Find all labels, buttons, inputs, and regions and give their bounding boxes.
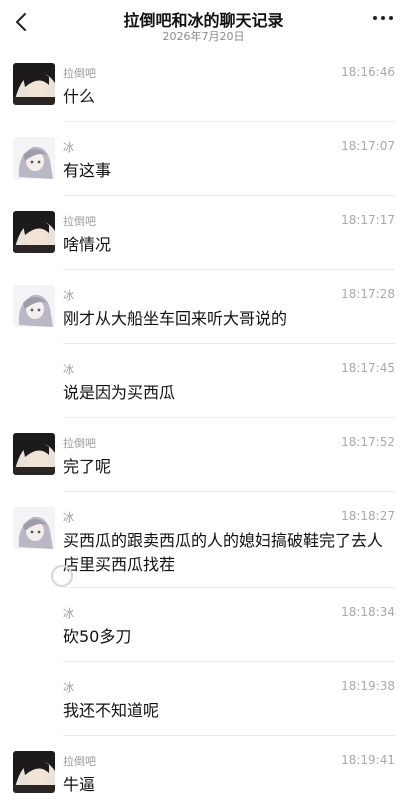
sender-name: 冰 [63,681,74,694]
message-item: 拉倒吧 18:17:52 完了呢 [0,418,407,492]
message-text[interactable]: 完了呢 [63,455,387,479]
message-text[interactable]: 刚才从大船坐车回来听大哥说的 [63,307,387,331]
chat-date: 2026年7月20日 [162,30,245,43]
message-time: 18:16:46 [341,65,395,79]
top-bar: 拉倒吧和冰的聊天记录 2026年7月20日 [0,0,407,48]
message-text[interactable]: 我还不知道呢 [63,699,387,723]
message-text[interactable]: 说是因为买西瓜 [63,381,387,405]
sender-name: 冰 [63,607,74,620]
message-time: 18:19:38 [341,679,395,693]
message-text[interactable]: 砍50多刀 [63,625,387,649]
sender-name: 拉倒吧 [63,755,96,768]
sender-name: 冰 [63,511,74,524]
message-item: 冰 18:17:45 说是因为买西瓜 [0,344,407,418]
message-time: 18:18:27 [341,509,395,523]
sender-name: 拉倒吧 [63,215,96,228]
anime-avatar [13,507,55,549]
message-item: 冰 18:17:28 刚才从大船坐车回来听大哥说的 [0,270,407,344]
message-item: 冰 18:18:34 砍50多刀 [0,588,407,662]
sender-name: 冰 [63,289,74,302]
anime-avatar [13,285,55,327]
girl-avatar [13,63,55,105]
girl-avatar [13,751,55,793]
more-options-icon[interactable] [373,16,393,22]
message-time: 18:18:34 [341,605,395,619]
sender-name: 冰 [63,141,74,154]
sender-name: 拉倒吧 [63,437,96,450]
message-item: 拉倒吧 18:16:46 什么 [0,48,407,122]
message-time: 18:17:52 [341,435,395,449]
anime-avatar [13,137,55,179]
message-time: 18:17:07 [341,139,395,153]
loading-spinner-icon [51,565,73,587]
message-text[interactable]: 牛逼 [63,773,387,797]
message-time: 18:17:45 [341,361,395,375]
message-time: 18:19:41 [341,753,395,767]
message-time: 18:17:28 [341,287,395,301]
message-text[interactable]: 买西瓜的跟卖西瓜的人的媳妇搞破鞋完了去人店里买西瓜找茬 [63,529,387,577]
message-time: 18:17:17 [341,213,395,227]
girl-avatar [13,211,55,253]
girl-avatar [13,433,55,475]
sender-name: 拉倒吧 [63,67,96,80]
message-text[interactable]: 什么 [63,85,387,109]
sender-name: 冰 [63,363,74,376]
message-text[interactable]: 有这事 [63,159,387,183]
message-list: 拉倒吧 18:16:46 什么 冰 18:17:07 有这事 拉倒吧 18:17… [0,48,407,796]
message-item: 拉倒吧 18:19:41 牛逼 [0,736,407,796]
message-item: 冰 18:19:38 我还不知道呢 [0,662,407,736]
message-item: 冰 18:17:07 有这事 [0,122,407,196]
message-text[interactable]: 啥情况 [63,233,387,257]
message-item: 拉倒吧 18:17:17 啥情况 [0,196,407,270]
